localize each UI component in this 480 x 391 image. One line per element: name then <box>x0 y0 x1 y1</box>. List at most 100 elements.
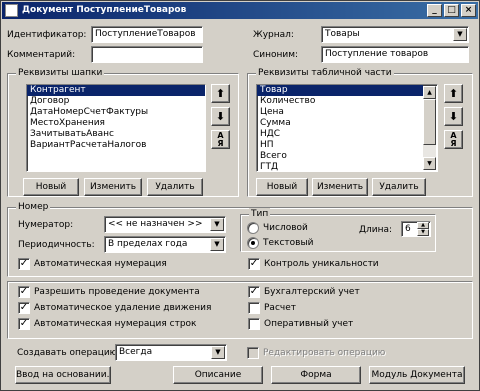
type-title: Тип <box>249 208 271 220</box>
list-item[interactable]: Всего <box>257 151 437 162</box>
table-move-down-button[interactable]: ⬇ <box>444 107 463 126</box>
list-item[interactable]: Количество <box>257 96 437 107</box>
comment-label: Комментарий: <box>7 50 76 60</box>
list-item[interactable]: ВариантРасчетаНалогов <box>27 140 205 151</box>
options-group: ✓ Разрешить проведение документа ✓ Автом… <box>7 281 473 339</box>
list-item[interactable]: ГТД <box>257 162 437 171</box>
chevron-down-icon[interactable]: ▼ <box>211 346 225 359</box>
list-item[interactable]: НП <box>257 140 437 151</box>
list-item[interactable]: Товар <box>257 85 423 96</box>
type-group: Тип Числовой Текстовый Длина: 6 ▲ ▼ <box>240 208 436 252</box>
edit-attribute-button[interactable]: Изменить <box>84 178 142 196</box>
chevron-down-icon[interactable]: ▼ <box>210 218 224 231</box>
list-item[interactable]: Сумма <box>257 118 437 129</box>
accounting-label: Бухгалтерский учет <box>264 287 360 297</box>
auto-numbering-checkbox[interactable]: ✓ <box>18 258 30 270</box>
list-item[interactable]: Контрагент <box>27 85 205 96</box>
checkmark-icon: ✓ <box>249 286 259 297</box>
periodicity-select[interactable]: В пределах года ▼ <box>104 236 226 253</box>
calculation-label: Расчет <box>264 303 296 313</box>
auto-number-rows-checkbox[interactable]: ✓ <box>18 318 30 330</box>
sort-icon: АЯ <box>450 131 457 148</box>
minimize-button[interactable]: _ <box>427 4 442 17</box>
synonym-field[interactable]: Поступление товаров <box>321 46 469 63</box>
scroll-up-icon[interactable]: ▲ <box>423 86 436 99</box>
calculation-checkbox[interactable] <box>248 302 260 314</box>
scroll-down-icon[interactable]: ▼ <box>423 157 436 170</box>
operational-label: Оперативный учет <box>264 319 354 329</box>
new-table-attribute-button[interactable]: Новый <box>256 178 308 196</box>
table-move-up-button[interactable]: ⬆ <box>444 84 463 103</box>
auto-delete-movements-checkbox[interactable]: ✓ <box>18 302 30 314</box>
document-window: Документ ПоступлениеТоваров _ □ × Иденти… <box>0 0 480 391</box>
table-attributes-title: Реквизиты табличной части <box>256 67 394 79</box>
list-item[interactable]: ЗачитыватьАванс <box>27 129 205 140</box>
header-attributes-group: Реквизиты шапки Контрагент Договор ДатаН… <box>7 67 239 197</box>
checkmark-icon: ✓ <box>19 258 29 269</box>
document-module-button[interactable]: Модуль Документа <box>369 366 465 384</box>
periodicity-value: В пределах года <box>108 239 188 249</box>
basis-for-input-button[interactable]: Ввод на основании... <box>15 366 111 384</box>
chevron-down-icon[interactable]: ▼ <box>210 238 224 251</box>
spinner-buttons[interactable]: ▲ ▼ <box>417 222 429 236</box>
number-group: Номер Нумератор: << не назначен >> ▼ Пер… <box>7 201 473 277</box>
type-numeric-radio[interactable] <box>247 222 259 234</box>
table-attributes-list[interactable]: Товар Количество Цена Сумма НДС НП Всего… <box>256 84 438 172</box>
scroll-thumb[interactable] <box>423 99 436 145</box>
chevron-down-icon[interactable]: ▼ <box>453 28 467 41</box>
table-attributes-group: Реквизиты табличной части Товар Количест… <box>247 67 473 197</box>
uniqueness-checkbox[interactable]: ✓ <box>248 258 260 270</box>
edit-operation-checkbox[interactable] <box>247 347 259 359</box>
description-button[interactable]: Описание <box>173 366 263 384</box>
journal-label: Журнал: <box>253 30 294 40</box>
delete-table-attribute-button[interactable]: Удалить <box>372 178 426 196</box>
list-item[interactable]: Договор <box>27 96 205 107</box>
close-button[interactable]: × <box>461 4 476 17</box>
type-text-label: Текстовый <box>263 238 314 248</box>
allow-posting-checkbox[interactable]: ✓ <box>18 286 30 298</box>
spin-down-icon[interactable]: ▼ <box>417 229 429 236</box>
numerator-select[interactable]: << не назначен >> ▼ <box>104 216 226 233</box>
list-item[interactable]: НДС <box>257 129 437 140</box>
spin-up-icon[interactable]: ▲ <box>417 222 429 229</box>
list-item[interactable]: ДатаНомерСчетФактуры <box>27 107 205 118</box>
header-attributes-list[interactable]: Контрагент Договор ДатаНомерСчетФактуры … <box>26 84 206 172</box>
accounting-checkbox[interactable]: ✓ <box>248 286 260 298</box>
create-operation-select[interactable]: Всегда ▼ <box>115 344 227 361</box>
periodicity-label: Периодичность: <box>18 240 95 250</box>
list-scrollbar[interactable]: ▲ ▼ <box>423 86 436 170</box>
journal-select[interactable]: Товары ▼ <box>321 26 469 43</box>
table-sort-button[interactable]: АЯ <box>444 130 463 149</box>
auto-number-rows-label: Автоматическая нумерация строк <box>34 319 197 329</box>
radio-dot-icon <box>251 241 255 245</box>
new-attribute-button[interactable]: Новый <box>23 178 79 196</box>
identifier-field[interactable]: ПоступлениеТоваров <box>91 26 203 43</box>
create-operation-label: Создавать операцию: <box>17 348 121 358</box>
move-down-button[interactable]: ⬇ <box>211 107 230 126</box>
create-operation-value: Всегда <box>119 347 153 357</box>
uniqueness-label: Контроль уникальности <box>264 259 379 269</box>
operational-checkbox[interactable] <box>248 318 260 330</box>
delete-attribute-button[interactable]: Удалить <box>147 178 203 196</box>
header-attributes-title: Реквизиты шапки <box>16 67 105 79</box>
type-text-radio[interactable] <box>247 237 259 249</box>
arrow-up-icon: ⬆ <box>448 87 459 100</box>
sort-button[interactable]: АЯ <box>211 130 230 149</box>
length-spinner[interactable]: 6 ▲ ▼ <box>401 221 431 237</box>
list-item[interactable]: МестоХранения <box>27 118 205 129</box>
window-title: Документ ПоступлениеТоваров <box>22 5 187 15</box>
number-title: Номер <box>16 201 51 213</box>
maximize-button[interactable]: □ <box>444 4 459 17</box>
comment-field[interactable] <box>91 46 203 63</box>
edit-operation-label: Редактировать операцию <box>263 348 386 358</box>
checkmark-icon: ✓ <box>19 302 29 313</box>
checkmark-icon: ✓ <box>19 318 29 329</box>
list-item[interactable]: Цена <box>257 107 437 118</box>
move-up-button[interactable]: ⬆ <box>211 84 230 103</box>
title-bar[interactable]: Документ ПоступлениеТоваров _ □ × <box>2 2 478 19</box>
length-label: Длина: <box>359 225 393 235</box>
form-button[interactable]: Форма <box>271 366 361 384</box>
length-value: 6 <box>405 224 411 234</box>
synonym-label: Синоним: <box>253 50 299 60</box>
edit-table-attribute-button[interactable]: Изменить <box>312 178 368 196</box>
